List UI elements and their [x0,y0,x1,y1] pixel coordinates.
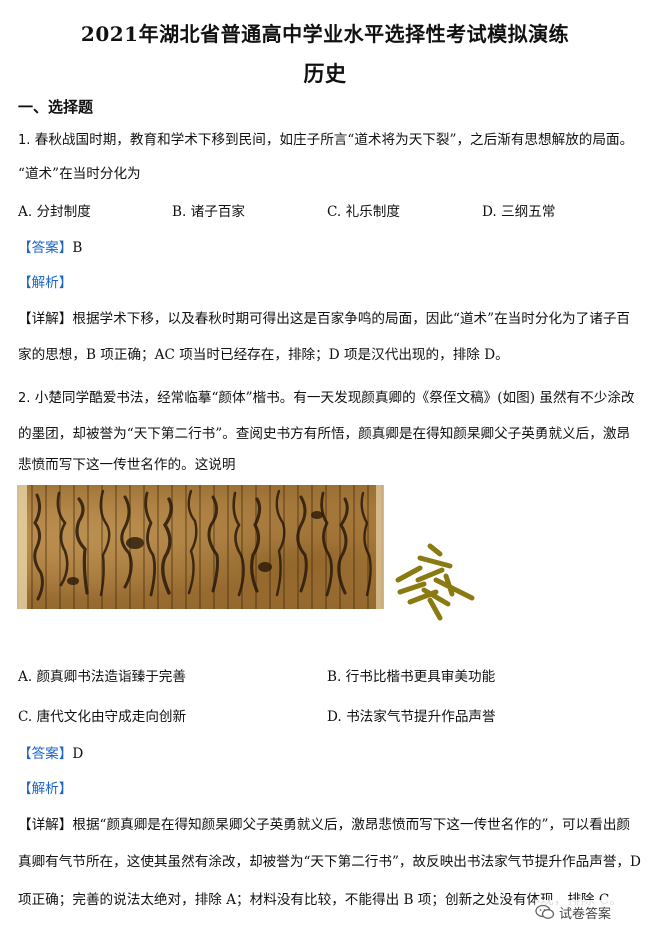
q1-option-d: D. 三纲五常 [482,204,556,220]
q2-analysis-tag: 【解析】 [18,781,73,797]
q1-stem-text1: 春秋战国时期，教育和学术下移到民间，如庄子所言“道术将为天下裂”，之后渐有思想解… [34,132,634,148]
q2-option-c: C. 唐代文化由守成走向创新 [18,709,187,725]
q1-analysis-tag: 【解析】 [18,275,73,291]
subject-title: 历史 [303,61,347,86]
exam-page: 2021年湖北省普通高中学业水平选择性考试模拟演练 历史 一、选择题 1. 春秋… [0,0,650,939]
q1-detail-line2: 家的思想，B 项正确；AC 项当时已经存在，排除；D 项是汉代出现的，排除 D。 [18,347,509,363]
q1-option-c: C. 礼乐制度 [327,204,400,220]
wechat-watermark: 试卷答案 [535,900,647,924]
calligraphy-scroll-image [17,485,384,609]
exam-title: 2021年湖北省普通高中学业水平选择性考试模拟演练 [80,22,570,46]
q1-option-a: A. 分封制度 [18,204,91,220]
q2-option-d: D. 书法家气节提升作品声誉 [327,709,496,725]
watermark-text: 试卷答案 [559,906,612,922]
q2-stem-line3: 悲愤而写下这一传世名作的。这说明 [18,457,236,473]
ink-strokes-decoration [33,489,372,601]
q1-number: 1. [18,133,31,148]
q2-detail-line2: 真卿有气节所在，这使其虽然有涂改，却被誉为“天下第二行书”，故反映出书法家气节提… [18,854,641,870]
q2-number: 2. [18,391,31,406]
q1-detail-line1: 【详解】根据学术下移，以及春秋时期可得出这是百家争鸣的局面，因此“道术”在当时分… [18,311,631,327]
q1-answer: 【答案】B [18,239,632,257]
q1-answer-value: B [72,240,83,256]
answer-tag: 【答案】 [18,240,73,256]
q2-stem-line1: 2. 小楚同学酷爱书法，经常临摹“颜体”楷书。有一天发现颜真卿的《祭侄文稿》(如… [18,390,635,406]
q2-detail-line1: 【详解】根据“颜真卿是在得知颜杲卿父子英勇就义后，激昂悲愤而写下这一传世名作的”… [18,817,631,833]
q2-answer-value: D [72,746,84,762]
q1-stem-line2: “道术”在当时分化为 [18,166,141,182]
q1-stem-line1: 1. 春秋战国时期，教育和学术下移到民间，如庄子所言“道术将为天下裂”，之后渐有… [18,131,634,150]
q2-option-b: B. 行书比楷书更具审美功能 [327,669,496,685]
q2-option-a: A. 颜真卿书法造诣臻于完善 [18,669,186,685]
detail-tag: 【详解】 [18,311,73,327]
q1-option-b: B. 诸子百家 [172,204,246,220]
calligraphy-character-illustration [395,543,475,621]
q2-stem-line2: 的墨团，却被誉为“天下第二行书”。查阅史书方有所悟，颜真卿是在得知颜杲卿父子英勇… [18,426,631,442]
q2-answer: 【答案】D [18,746,84,762]
section-heading: 一、选择题 [18,98,94,116]
wechat-icon [535,904,555,919]
